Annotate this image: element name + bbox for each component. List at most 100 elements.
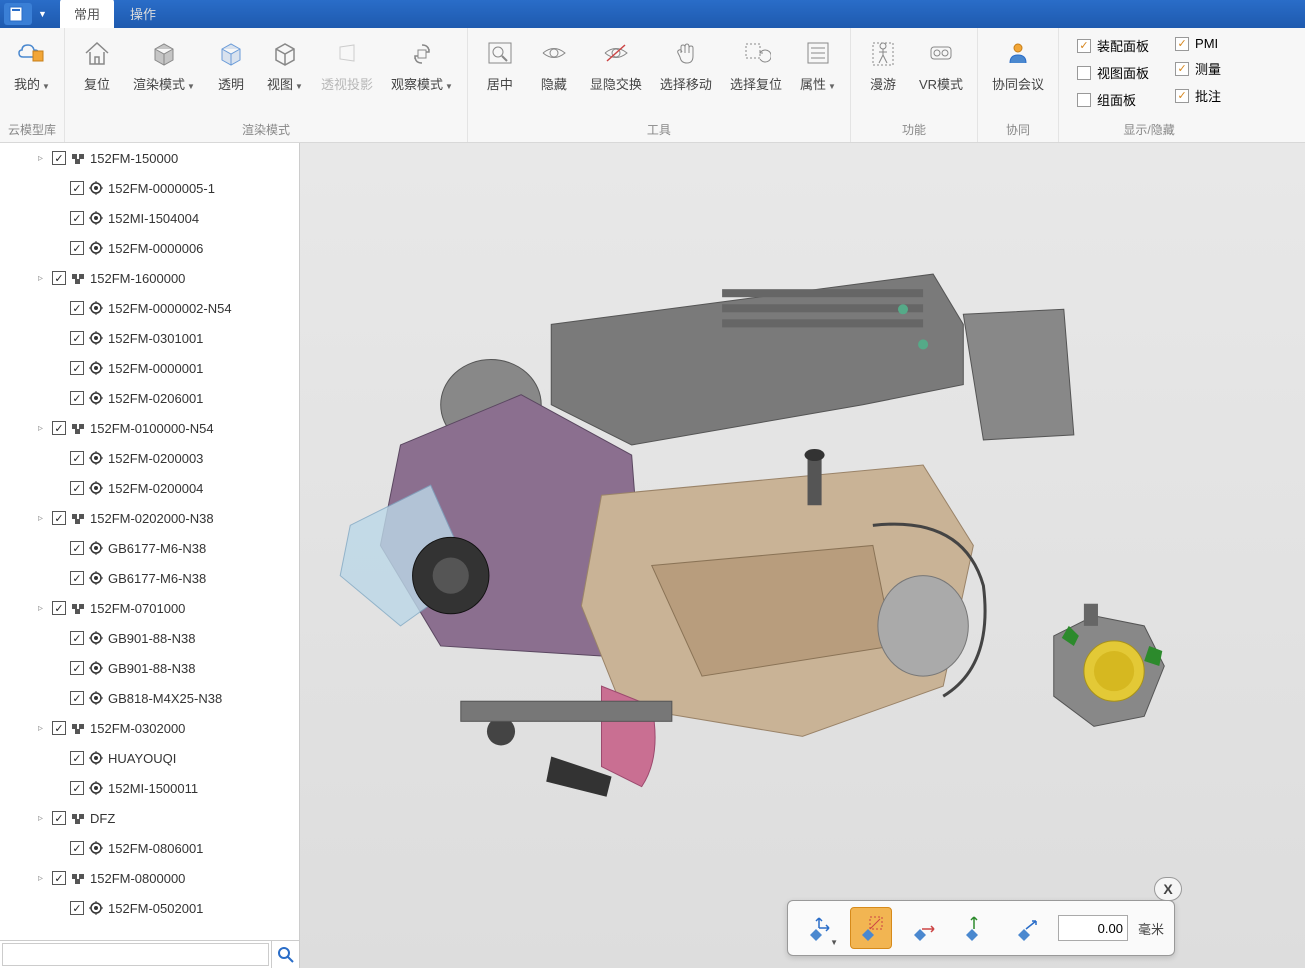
- scale-button[interactable]: [850, 907, 892, 949]
- tree-node[interactable]: ✓152FM-0000001: [0, 353, 299, 383]
- transparent-button[interactable]: 透明: [207, 32, 255, 97]
- visibility-checkbox[interactable]: ✓: [70, 181, 84, 195]
- search-button[interactable]: [271, 941, 299, 968]
- tree-node[interactable]: ▹✓152FM-1600000: [0, 263, 299, 293]
- expand-icon[interactable]: ▹: [38, 813, 52, 824]
- view-button[interactable]: 视图▼: [261, 32, 309, 97]
- visibility-checkbox[interactable]: ✓: [70, 751, 84, 765]
- tree-node[interactable]: ✓152FM-0806001: [0, 833, 299, 863]
- tree-node[interactable]: ✓152FM-0000002-N54: [0, 293, 299, 323]
- tree-node[interactable]: ✓HUAYOUQI: [0, 743, 299, 773]
- tree-node[interactable]: ▹✓152FM-0800000: [0, 863, 299, 893]
- checkbox-视图面板[interactable]: 视图面板: [1077, 63, 1149, 82]
- walk-button[interactable]: 漫游: [859, 32, 907, 97]
- tree-node[interactable]: ✓152FM-0301001: [0, 323, 299, 353]
- visibility-checkbox[interactable]: ✓: [52, 271, 66, 285]
- tree-node[interactable]: ▹✓152FM-0100000-N54: [0, 413, 299, 443]
- tree-node[interactable]: ▹✓152FM-0202000-N38: [0, 503, 299, 533]
- expand-icon[interactable]: ▹: [38, 723, 52, 734]
- search-input[interactable]: [2, 943, 269, 966]
- visibility-checkbox[interactable]: ✓: [52, 151, 66, 165]
- tree-node[interactable]: ✓152MI-1504004: [0, 203, 299, 233]
- tree-node[interactable]: ▹✓152FM-150000: [0, 143, 299, 173]
- visibility-checkbox[interactable]: ✓: [70, 631, 84, 645]
- toggle-visibility-button[interactable]: 显隐交换: [584, 32, 648, 97]
- move-z-button[interactable]: [1006, 907, 1048, 949]
- move-x-button[interactable]: [902, 907, 944, 949]
- tree-node[interactable]: ✓GB6177-M6-N38: [0, 533, 299, 563]
- visibility-checkbox[interactable]: ✓: [52, 511, 66, 525]
- visibility-checkbox[interactable]: ✓: [70, 661, 84, 675]
- part-icon: [88, 900, 104, 916]
- observe-mode-button[interactable]: 观察模式▼: [385, 32, 459, 97]
- checkbox-组面板[interactable]: 组面板: [1077, 90, 1149, 109]
- app-menu-button[interactable]: [4, 3, 32, 25]
- hide-button[interactable]: 隐藏: [530, 32, 578, 97]
- tree-node[interactable]: ✓GB818-M4X25-N38: [0, 683, 299, 713]
- visibility-checkbox[interactable]: ✓: [70, 391, 84, 405]
- expand-icon[interactable]: ▹: [38, 423, 52, 434]
- vr-mode-button[interactable]: VR模式: [913, 32, 969, 97]
- tree-node[interactable]: ✓GB6177-M6-N38: [0, 563, 299, 593]
- tree-node[interactable]: ✓152MI-1500011: [0, 773, 299, 803]
- expand-icon[interactable]: ▹: [38, 513, 52, 524]
- part-icon: [88, 750, 104, 766]
- visibility-checkbox[interactable]: ✓: [52, 421, 66, 435]
- visibility-checkbox[interactable]: ✓: [70, 571, 84, 585]
- visibility-checkbox[interactable]: ✓: [70, 541, 84, 555]
- visibility-checkbox[interactable]: ✓: [70, 841, 84, 855]
- expand-icon[interactable]: ▹: [38, 273, 52, 284]
- tab-operations[interactable]: 操作: [116, 0, 170, 28]
- tree-node[interactable]: ✓GB901-88-N38: [0, 623, 299, 653]
- zoom-fit-icon: [483, 36, 517, 70]
- visibility-checkbox[interactable]: ✓: [70, 781, 84, 795]
- visibility-checkbox[interactable]: ✓: [52, 871, 66, 885]
- select-reset-button[interactable]: 选择复位: [724, 32, 788, 97]
- expand-icon[interactable]: ▹: [38, 153, 52, 164]
- 3d-viewport[interactable]: X ▼ 毫米: [300, 143, 1305, 968]
- expand-icon[interactable]: ▹: [38, 603, 52, 614]
- tree-node[interactable]: ✓152FM-0200003: [0, 443, 299, 473]
- tree-node[interactable]: ✓152FM-0000006: [0, 233, 299, 263]
- tree-node[interactable]: ✓152FM-0206001: [0, 383, 299, 413]
- tree-node[interactable]: ✓152FM-0502001: [0, 893, 299, 923]
- tree-node[interactable]: ▹✓152FM-0302000: [0, 713, 299, 743]
- visibility-checkbox[interactable]: ✓: [52, 721, 66, 735]
- visibility-checkbox[interactable]: ✓: [52, 601, 66, 615]
- tree-node[interactable]: ✓152FM-0000005-1: [0, 173, 299, 203]
- tab-common[interactable]: 常用: [60, 0, 114, 28]
- tree-node[interactable]: ▹✓DFZ: [0, 803, 299, 833]
- tree-node[interactable]: ▹✓152FM-0701000: [0, 593, 299, 623]
- visibility-checkbox[interactable]: ✓: [70, 361, 84, 375]
- cloud-my-button[interactable]: 我的▼: [8, 32, 56, 97]
- select-move-button[interactable]: 选择移动: [654, 32, 718, 97]
- checkbox-装配面板[interactable]: ✓装配面板: [1077, 36, 1149, 55]
- visibility-checkbox[interactable]: ✓: [70, 331, 84, 345]
- tree-scroll[interactable]: ▹✓152FM-150000✓152FM-0000005-1✓152MI-150…: [0, 143, 299, 940]
- visibility-checkbox[interactable]: ✓: [70, 901, 84, 915]
- checkbox-测量[interactable]: ✓测量: [1175, 59, 1221, 78]
- tree-node[interactable]: ✓GB901-88-N38: [0, 653, 299, 683]
- visibility-checkbox[interactable]: ✓: [52, 811, 66, 825]
- visibility-checkbox[interactable]: ✓: [70, 481, 84, 495]
- render-mode-button[interactable]: 渲染模式▼: [127, 32, 201, 97]
- visibility-checkbox[interactable]: ✓: [70, 691, 84, 705]
- visibility-checkbox[interactable]: ✓: [70, 301, 84, 315]
- quick-access-dropdown[interactable]: ▼: [38, 9, 50, 19]
- visibility-checkbox[interactable]: ✓: [70, 451, 84, 465]
- move-free-button[interactable]: ▼: [798, 907, 840, 949]
- visibility-checkbox[interactable]: ✓: [70, 241, 84, 255]
- visibility-checkbox[interactable]: ✓: [70, 211, 84, 225]
- tree-node[interactable]: ✓152FM-0200004: [0, 473, 299, 503]
- reset-view-button[interactable]: 复位: [73, 32, 121, 97]
- expand-icon[interactable]: ▹: [38, 873, 52, 884]
- perspective-button[interactable]: 透视投影: [315, 32, 379, 97]
- checkbox-PMI[interactable]: ✓PMI: [1175, 36, 1221, 51]
- collab-meeting-button[interactable]: 协同会议: [986, 32, 1050, 97]
- checkbox-批注[interactable]: ✓批注: [1175, 86, 1221, 105]
- toolbar-close-button[interactable]: X: [1154, 877, 1182, 901]
- distance-input[interactable]: [1058, 915, 1128, 941]
- properties-button[interactable]: 属性▼: [794, 32, 842, 97]
- move-y-button[interactable]: [954, 907, 996, 949]
- center-button[interactable]: 居中: [476, 32, 524, 97]
